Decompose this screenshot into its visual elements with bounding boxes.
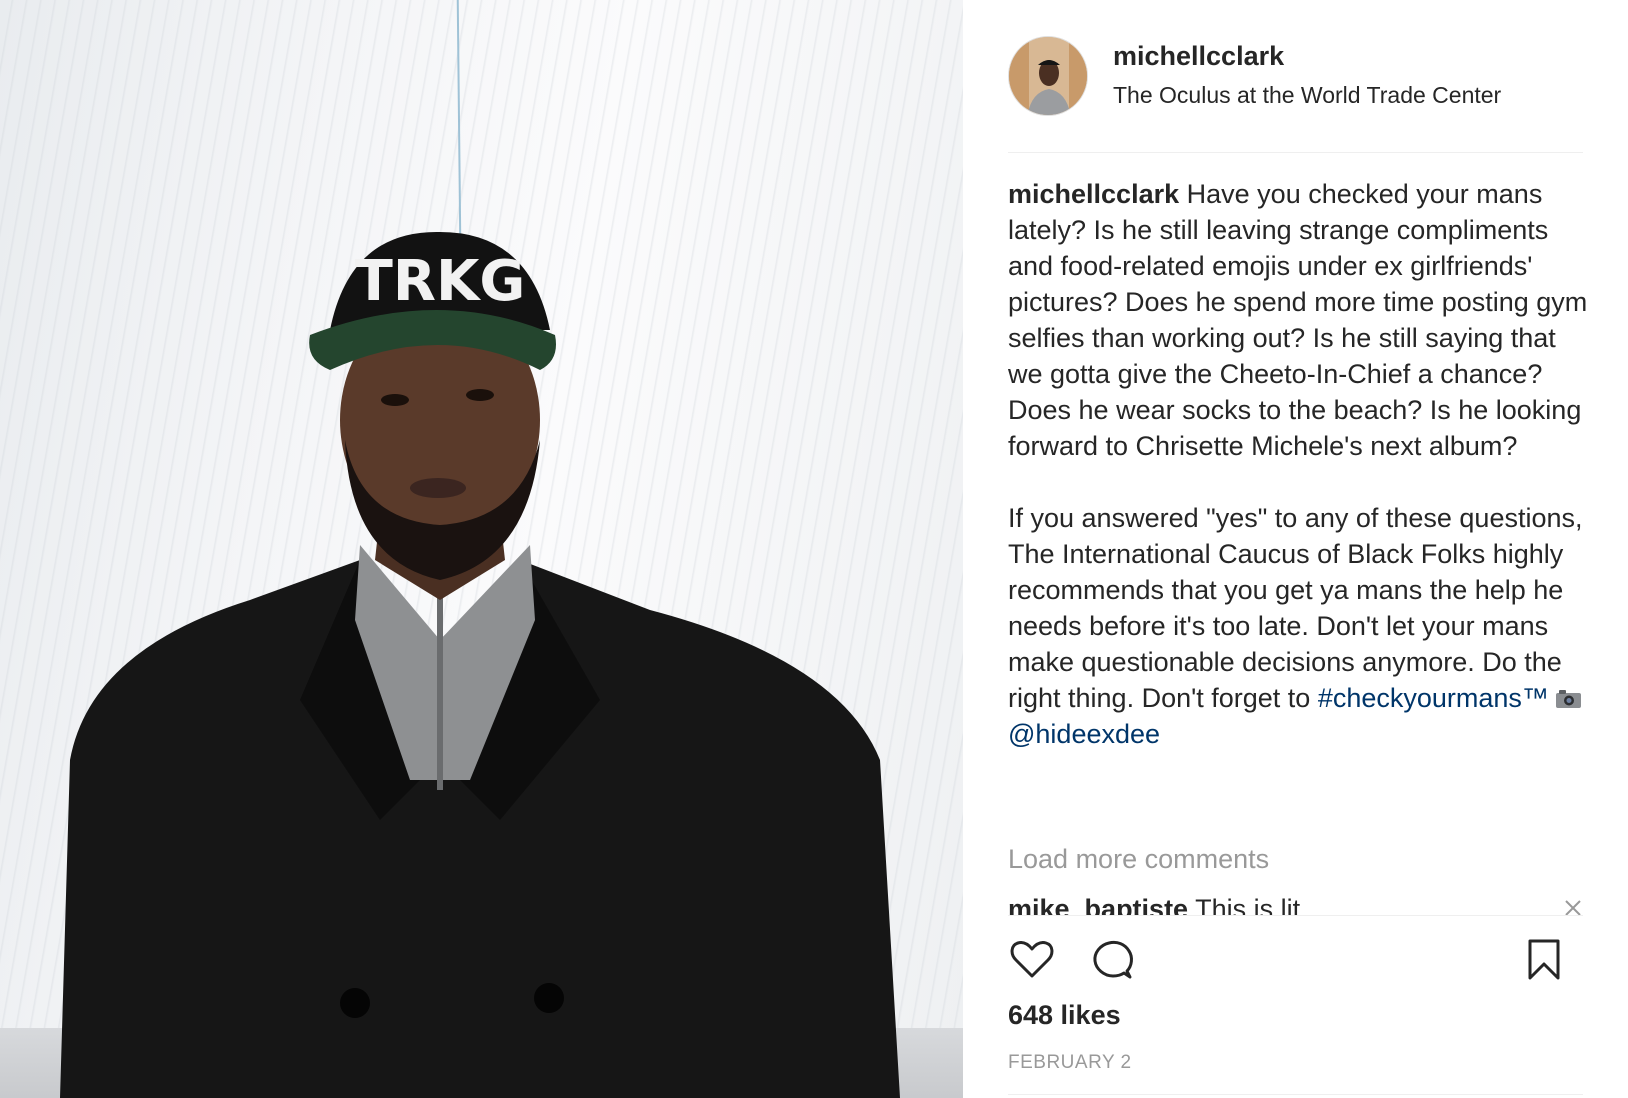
caption-hashtag[interactable]: #checkyourmans™	[1318, 683, 1549, 713]
load-more-comments-button[interactable]: Load more comments	[1008, 844, 1269, 875]
heart-icon	[1010, 941, 1054, 978]
caption: michellcclark Have you checked your mans…	[1008, 176, 1588, 752]
caption-username[interactable]: michellcclark	[1008, 179, 1179, 209]
speech-bubble-icon	[1093, 940, 1133, 979]
comment-button[interactable]	[1088, 935, 1136, 983]
post-location[interactable]: The Oculus at the World Trade Center	[1113, 82, 1501, 109]
cap-logo: TRKG	[355, 249, 526, 314]
post-username[interactable]: michellcclark	[1113, 41, 1284, 72]
avatar[interactable]	[1008, 36, 1088, 116]
camera-emoji-icon	[1555, 690, 1581, 708]
save-button[interactable]	[1520, 935, 1568, 983]
photo-subject: TRKG	[60, 231, 900, 1098]
like-count[interactable]: 648 likes	[1008, 1000, 1121, 1031]
close-icon[interactable]	[1563, 898, 1583, 915]
post-sidebar: michellcclark The Oculus at the World Tr…	[963, 0, 1628, 1098]
comments-section[interactable]: michellcclark Have you checked your mans…	[1008, 176, 1588, 915]
comment-row: mike_baptiste This is lit	[1008, 894, 1300, 915]
bookmark-icon	[1528, 939, 1560, 980]
avatar-image	[1009, 37, 1087, 115]
post-photo[interactable]: TRKG	[0, 0, 963, 1098]
post-header: michellcclark The Oculus at the World Tr…	[1008, 36, 1588, 116]
post-date[interactable]: FEBRUARY 2	[1008, 1052, 1132, 1074]
comment-text: This is lit	[1195, 894, 1301, 915]
caption-text: Have you checked your mans lately? Is he…	[1008, 179, 1588, 713]
divider	[1008, 152, 1583, 153]
comment-username[interactable]: mike_baptiste	[1008, 894, 1188, 915]
action-bar	[1008, 935, 1588, 985]
caption-mention[interactable]: @hideexdee	[1008, 719, 1160, 749]
like-button[interactable]	[1008, 935, 1056, 983]
divider	[1008, 1094, 1583, 1095]
divider	[1008, 915, 1583, 916]
